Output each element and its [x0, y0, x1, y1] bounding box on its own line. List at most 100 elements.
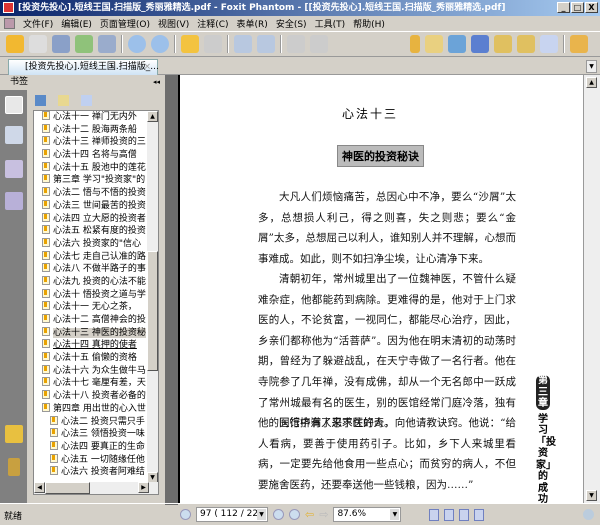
highlighter-icon[interactable]: [517, 35, 535, 53]
document-tab[interactable]: [投资先投心].短线王国.扫描版_... ×: [8, 59, 159, 75]
status-expand-icon[interactable]: [583, 509, 594, 520]
forward-icon[interactable]: [204, 35, 222, 53]
bookmark-item[interactable]: 第四章 用出世的心入世: [34, 402, 158, 416]
attachment-icon[interactable]: [410, 35, 420, 53]
tab-list-button[interactable]: ▼: [586, 60, 597, 73]
delete-bookmark-icon[interactable]: [35, 94, 46, 106]
bookmark-item[interactable]: 心法十四 名将与高僧: [34, 149, 158, 162]
bookmark-item[interactable]: 心法十七 毫厘有差，天: [34, 377, 158, 390]
file-attach-icon[interactable]: [425, 35, 443, 53]
print-icon[interactable]: [52, 35, 70, 53]
insert-page-icon[interactable]: [234, 35, 252, 53]
redo-icon[interactable]: [310, 35, 328, 53]
undo-icon[interactable]: [287, 35, 305, 53]
bookmark-item[interactable]: 心法二 投资只需只手: [34, 415, 158, 429]
menu-security[interactable]: 安全(S): [276, 17, 307, 30]
menu-form[interactable]: 表单(R): [237, 17, 268, 30]
scroll-up-button[interactable]: ▲: [147, 111, 158, 122]
menu-view[interactable]: 视图(V): [158, 17, 189, 30]
form-edit-icon[interactable]: [540, 35, 558, 53]
forward-nav-icon[interactable]: ⇨: [319, 508, 328, 521]
bookmark-item[interactable]: 心法十五 偷懒的资格: [34, 352, 158, 365]
attachments-icon[interactable]: [8, 458, 20, 476]
signatures-icon[interactable]: [5, 160, 23, 178]
bookmark-item[interactable]: 心法六 投资者阿难结: [34, 466, 158, 479]
bookmark-item[interactable]: 心法十五 股池中的莲花: [34, 161, 158, 175]
continuous-facing-icon[interactable]: [474, 508, 485, 521]
maximize-button[interactable]: □: [571, 2, 584, 13]
bookmark-item[interactable]: 心法九 投资的心法不能: [34, 275, 158, 289]
bookmark-item[interactable]: 心法十三 禅师投资的三: [34, 136, 158, 149]
layers-icon[interactable]: [5, 192, 23, 210]
chevron-down-icon[interactable]: ▼: [390, 509, 400, 520]
close-button[interactable]: X: [585, 2, 598, 13]
bookmark-item[interactable]: 心法三 世间最苦的投资: [34, 199, 158, 213]
comments-icon[interactable]: [5, 425, 23, 443]
bookmark-item[interactable]: 第三章 学习"投资家"的: [34, 174, 158, 187]
scroll-thumb[interactable]: [147, 251, 158, 371]
bookmark-item[interactable]: 心法五 松紧有度的投资: [34, 225, 158, 238]
hscroll-thumb[interactable]: [45, 482, 90, 494]
pencil-icon[interactable]: [494, 35, 512, 53]
email-icon[interactable]: [75, 35, 93, 53]
bookmark-item[interactable]: 心法四 要真正的生命: [34, 440, 158, 454]
scroll-right-button[interactable]: ▶: [138, 482, 149, 493]
tree-horizontal-scrollbar[interactable]: ◀ ▶: [34, 482, 158, 494]
stamp-icon[interactable]: [570, 35, 588, 53]
menu-comment[interactable]: 注释(C): [197, 17, 228, 30]
add-child-bookmark-icon[interactable]: [81, 94, 92, 106]
layout-icon[interactable]: [471, 35, 489, 53]
collapse-panel-button[interactable]: ◂◂: [153, 75, 160, 90]
chevron-down-icon[interactable]: ▼: [257, 509, 266, 520]
bookmark-item[interactable]: 心法十八 投资者必备的: [34, 390, 158, 403]
bookmark-item[interactable]: 心法六 投资家的"信心: [34, 237, 158, 251]
doc-scroll-up[interactable]: ▲: [586, 77, 597, 88]
single-page-icon[interactable]: [429, 508, 440, 521]
extract-page-icon[interactable]: [257, 35, 275, 53]
bookmark-item[interactable]: 心法七 走自己认准的路: [34, 250, 158, 264]
splitter[interactable]: [165, 75, 178, 505]
open-icon[interactable]: [6, 35, 24, 53]
bookmark-item[interactable]: 心法八 不做半路子的事: [34, 263, 158, 276]
bookmark-item[interactable]: 心法十一 禅门无内外: [34, 111, 158, 124]
back-icon[interactable]: [181, 35, 199, 53]
zoom-select[interactable]: 87.6% ▼: [333, 507, 402, 522]
scan-icon[interactable]: [98, 35, 116, 53]
minimize-button[interactable]: _: [557, 2, 570, 13]
pages-icon[interactable]: [5, 126, 23, 144]
bookmark-item[interactable]: 心法五 一切随缘任他: [34, 453, 158, 467]
menu-file[interactable]: 文件(F): [23, 17, 53, 30]
bookmark-item[interactable]: 心法十 悟投资之道与学: [34, 288, 158, 302]
facing-icon[interactable]: [459, 508, 470, 521]
bookmark-item[interactable]: 心法十四 真押的使者: [34, 339, 158, 352]
bookmark-item[interactable]: 心法四 立大愿的投资者: [34, 212, 158, 226]
page-number-input[interactable]: 97 ( 112 / 222 ▼: [196, 507, 268, 522]
doc-scroll-down[interactable]: ▼: [586, 490, 597, 501]
first-page-icon[interactable]: [180, 509, 191, 520]
menu-edit[interactable]: 编辑(E): [61, 17, 92, 30]
last-page-icon[interactable]: [289, 509, 300, 520]
bookmarks-icon[interactable]: [5, 96, 23, 114]
bookmark-item[interactable]: 心法三 领悟投资一味: [34, 428, 158, 441]
continuous-icon[interactable]: [444, 508, 455, 521]
bookmark-item[interactable]: 心法十一 无心之茶，: [34, 301, 158, 314]
tab-close-icon[interactable]: ×: [143, 60, 151, 75]
back-nav-icon[interactable]: ⇦: [305, 508, 314, 521]
scroll-left-button[interactable]: ◀: [34, 482, 45, 493]
bookmark-item[interactable]: 心法十二 股海两条船: [34, 123, 158, 137]
bookmark-item[interactable]: 心法二 悟与不悟的投资: [34, 187, 158, 200]
bookmark-item[interactable]: 心法十六 为众生做牛马: [34, 364, 158, 378]
bookmark-item[interactable]: 心法十三 神医的投资秘: [34, 326, 158, 340]
next-page-nav-icon[interactable]: [273, 509, 284, 520]
tree-vertical-scrollbar[interactable]: ▲ ▼: [147, 111, 158, 483]
menu-page-organize[interactable]: 页面管理(O): [100, 17, 150, 30]
bookmark-item[interactable]: 心法十二 高僧神会的投: [34, 314, 158, 327]
image-icon[interactable]: [448, 35, 466, 53]
menu-help[interactable]: 帮助(H): [353, 17, 385, 30]
save-icon[interactable]: [29, 35, 47, 53]
menu-tools[interactable]: 工具(T): [315, 17, 346, 30]
prev-page-icon[interactable]: [128, 35, 146, 53]
new-bookmark-icon[interactable]: [58, 94, 69, 106]
next-page-icon[interactable]: [151, 35, 169, 53]
document-scrollbar[interactable]: ▲ ▼: [583, 75, 600, 503]
